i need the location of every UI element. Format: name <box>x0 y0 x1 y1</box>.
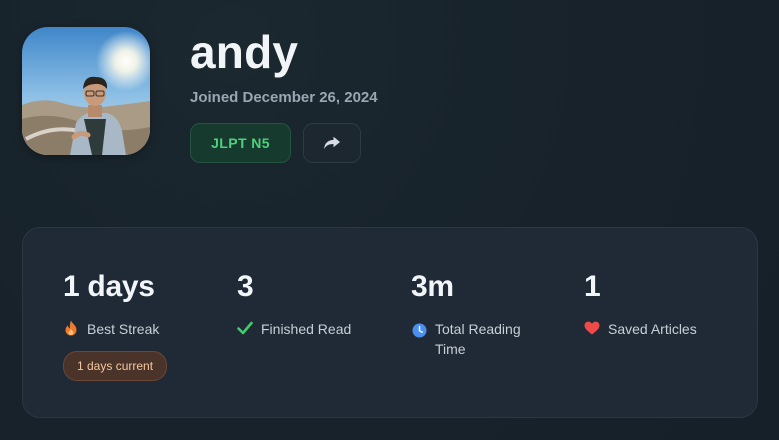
stats-card: 1 days Best Streak 1 days current 3 Fini… <box>22 227 758 418</box>
join-date: Joined December 26, 2024 <box>190 89 378 106</box>
stat-label-row: Finished Read <box>237 319 351 339</box>
stat-label: Total Reading Time <box>435 321 521 357</box>
stat-label-row: Best Streak <box>63 319 167 339</box>
share-arrow-icon <box>324 136 340 149</box>
stat-value: 3m <box>411 270 454 303</box>
stat-label-row: Total Reading Time <box>411 319 545 359</box>
share-button[interactable] <box>303 123 361 163</box>
avatar-photo <box>22 27 150 155</box>
username: andy <box>190 26 299 78</box>
stat-value: 1 days <box>63 270 155 303</box>
avatar <box>22 27 150 155</box>
stat-total-reading-time: 3m Total Reading Time <box>411 268 545 359</box>
stat-label: Best Streak <box>87 321 160 337</box>
checkmark-icon <box>237 320 253 336</box>
stat-label-row: Saved Articles <box>584 319 697 339</box>
stat-label: Finished Read <box>261 321 352 337</box>
stat-value: 1 <box>584 270 601 303</box>
current-streak-badge: 1 days current <box>63 351 168 381</box>
stat-best-streak: 1 days Best Streak 1 days current <box>63 268 168 381</box>
heart-icon <box>584 320 600 336</box>
clock-icon <box>411 322 427 338</box>
stat-saved-articles: 1 Saved Articles <box>584 268 697 339</box>
flame-icon <box>63 320 79 336</box>
stat-value: 3 <box>237 270 254 303</box>
stat-finished-read: 3 Finished Read <box>237 268 351 339</box>
jlpt-level-badge[interactable]: JLPT N5 <box>190 123 291 163</box>
stat-label: Saved Articles <box>608 321 697 337</box>
